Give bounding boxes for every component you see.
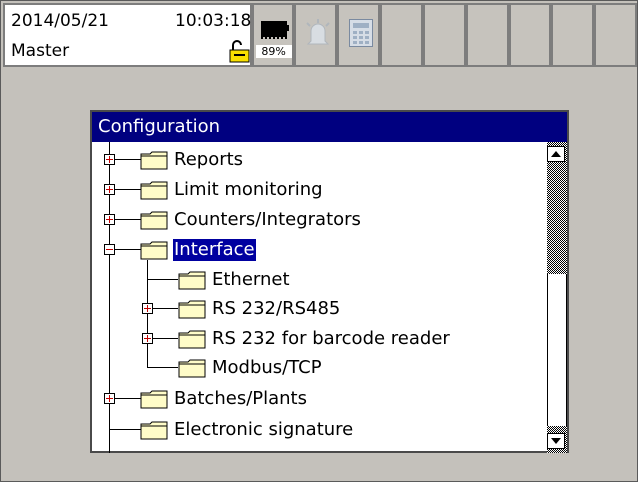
- battery-percent: 89%: [255, 45, 292, 58]
- time-display: 10:03:18: [175, 11, 252, 31]
- tree-scrollbar[interactable]: [547, 142, 567, 453]
- tree-item-interface[interactable]: Interface: [172, 238, 257, 262]
- tree-item-ethernet[interactable]: Ethernet: [211, 269, 291, 291]
- calculator-icon: [349, 19, 374, 47]
- tree-item-batches-plants[interactable]: Batches/Plants: [173, 388, 308, 410]
- collapse-minus-icon[interactable]: [104, 244, 115, 255]
- configuration-tree: Reports Limit monitoring Counters/Integrat…: [92, 142, 547, 453]
- device-screen: 2014/05/21 10:03:18 Master 89% Configura…: [0, 0, 638, 482]
- expand-plus-icon[interactable]: [142, 333, 153, 344]
- alarm-bell-icon: [306, 19, 331, 45]
- folder-icon: [178, 271, 206, 290]
- date-display: 2014/05/21: [11, 11, 109, 31]
- status-slot-7[interactable]: [508, 3, 552, 67]
- battery-icon: [260, 21, 287, 37]
- folder-icon: [140, 151, 168, 170]
- scroll-up-arrow-icon[interactable]: [547, 146, 565, 162]
- expand-plus-icon[interactable]: [104, 214, 115, 225]
- dialog-title: Configuration: [92, 112, 567, 142]
- tree-item-modbus-tcp[interactable]: Modbus/TCP: [211, 357, 323, 379]
- scrollbar-thumb[interactable]: [547, 274, 567, 426]
- alarm-button[interactable]: [294, 3, 338, 67]
- tree-item-electronic-signature[interactable]: Electronic signature: [173, 419, 354, 441]
- status-slot-5[interactable]: [422, 3, 466, 67]
- datetime-panel: 2014/05/21 10:03:18 Master: [3, 3, 252, 67]
- folder-icon: [140, 211, 168, 230]
- folder-icon: [140, 421, 168, 440]
- expand-plus-icon[interactable]: [104, 184, 115, 195]
- expand-plus-icon[interactable]: [104, 393, 115, 404]
- tree-item-reports[interactable]: Reports: [173, 149, 244, 171]
- folder-icon: [140, 390, 168, 409]
- configuration-dialog: Configuration Reports Limit monitoring C…: [90, 110, 569, 453]
- folder-icon: [178, 330, 206, 349]
- status-bar: 2014/05/21 10:03:18 Master 89%: [3, 3, 638, 71]
- tree-item-rs-232-for-barcode-reader[interactable]: RS 232 for barcode reader: [211, 328, 451, 350]
- folder-icon: [140, 241, 168, 260]
- battery-pins: [260, 36, 287, 39]
- tree-item-limit-monitoring[interactable]: Limit monitoring: [173, 179, 324, 201]
- folder-icon: [140, 181, 168, 200]
- status-slot-4[interactable]: [380, 3, 423, 67]
- folder-icon: [178, 359, 206, 378]
- scroll-down-arrow-icon[interactable]: [547, 433, 565, 449]
- battery-tip: [285, 25, 289, 31]
- tree-item-counters-integrators[interactable]: Counters/Integrators: [173, 209, 362, 231]
- lock-open-icon[interactable]: [227, 39, 251, 63]
- status-slot-8[interactable]: [551, 3, 595, 67]
- tree-item-rs-232-rs485[interactable]: RS 232/RS485: [211, 298, 341, 320]
- expand-plus-icon[interactable]: [104, 154, 115, 165]
- status-slot-9[interactable]: [594, 3, 638, 67]
- status-slot-6[interactable]: [465, 3, 509, 67]
- user-display: Master: [11, 41, 70, 61]
- calculator-button[interactable]: [337, 3, 381, 67]
- battery-status: 89%: [251, 3, 295, 67]
- folder-icon: [178, 300, 206, 319]
- expand-plus-icon[interactable]: [142, 303, 153, 314]
